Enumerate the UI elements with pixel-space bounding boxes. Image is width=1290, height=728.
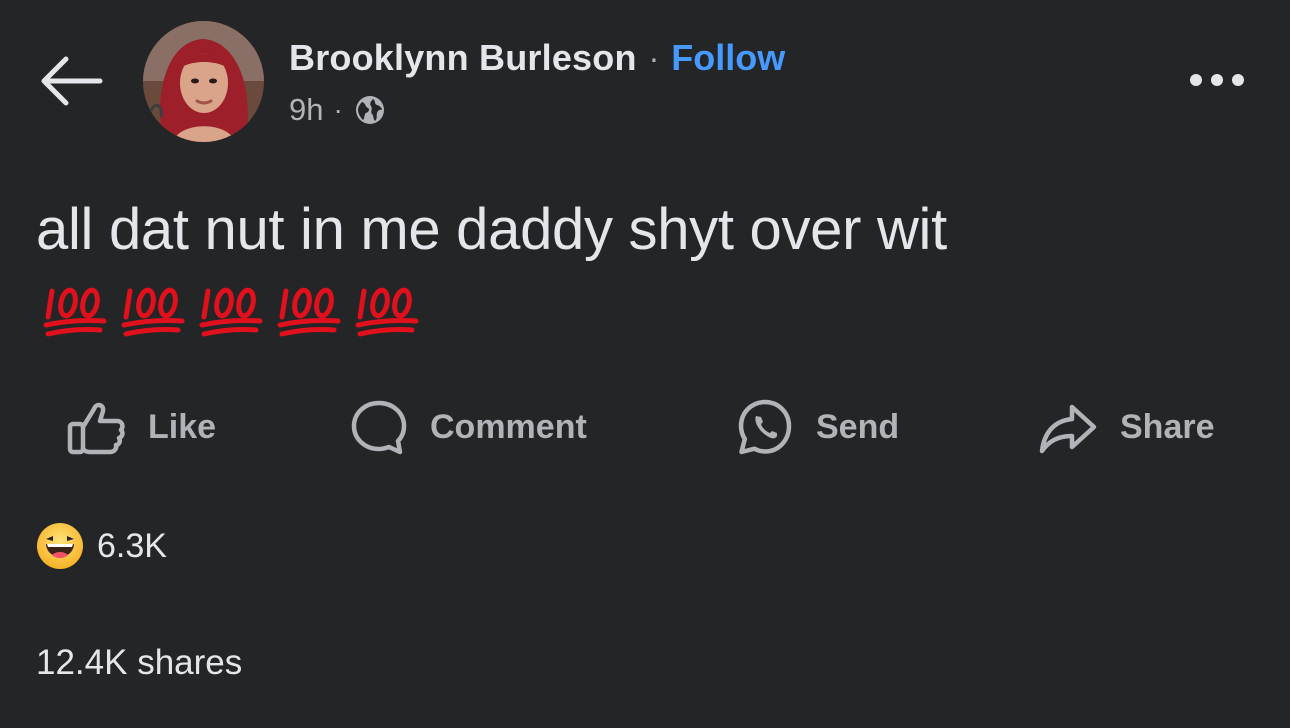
share-count[interactable]: 12.4K shares <box>36 643 242 683</box>
hundred-points-emoji <box>43 287 107 337</box>
globe-icon <box>355 96 384 124</box>
reaction-summary[interactable]: 6.3K <box>35 520 167 572</box>
more-options-button[interactable] <box>1184 62 1250 98</box>
haha-reaction-icon <box>37 523 83 569</box>
thumbs-up-icon <box>67 402 125 455</box>
more-horizontal-icon <box>1232 74 1244 86</box>
meta-separator: · <box>333 94 343 125</box>
hundred-points-emoji <box>277 287 341 337</box>
comment-icon <box>351 400 407 455</box>
send-label: Send <box>816 407 900 446</box>
more-horizontal-icon <box>1190 74 1202 86</box>
hundred-points-emoji <box>199 287 263 337</box>
like-button[interactable]: Like <box>66 392 216 462</box>
name-separator: · <box>648 39 660 76</box>
avatar[interactable] <box>143 21 264 142</box>
author-name[interactable]: Brooklynn Burleson <box>289 37 637 79</box>
follow-button[interactable]: Follow <box>671 37 785 79</box>
post-view: Brooklynn Burleson · Follow 9h · all dat… <box>0 0 1290 728</box>
like-label: Like <box>148 407 217 446</box>
more-horizontal-icon <box>1211 74 1223 86</box>
action-bar: Like Comment Send Share <box>0 392 1290 462</box>
post-meta: 9h · <box>289 90 387 130</box>
post-text: all dat nut in me daddy shyt over wit <box>36 197 947 262</box>
hundred-points-emoji <box>121 287 185 337</box>
author-row: Brooklynn Burleson · Follow <box>289 34 785 82</box>
arrow-left-icon <box>41 56 103 106</box>
emoji-row <box>42 280 432 340</box>
share-arrow-icon <box>1039 404 1097 454</box>
comment-button[interactable]: Comment <box>350 392 587 462</box>
share-button[interactable]: Share <box>1038 392 1215 462</box>
share-label: Share <box>1120 407 1215 446</box>
back-button[interactable] <box>38 54 104 108</box>
comment-label: Comment <box>430 407 587 446</box>
avatar-image <box>143 21 264 142</box>
hundred-points-emoji <box>355 287 419 337</box>
send-button[interactable]: Send <box>736 392 899 462</box>
reaction-count: 6.3K <box>97 526 167 565</box>
whatsapp-icon <box>738 399 792 455</box>
post-time[interactable]: 9h <box>289 92 323 128</box>
